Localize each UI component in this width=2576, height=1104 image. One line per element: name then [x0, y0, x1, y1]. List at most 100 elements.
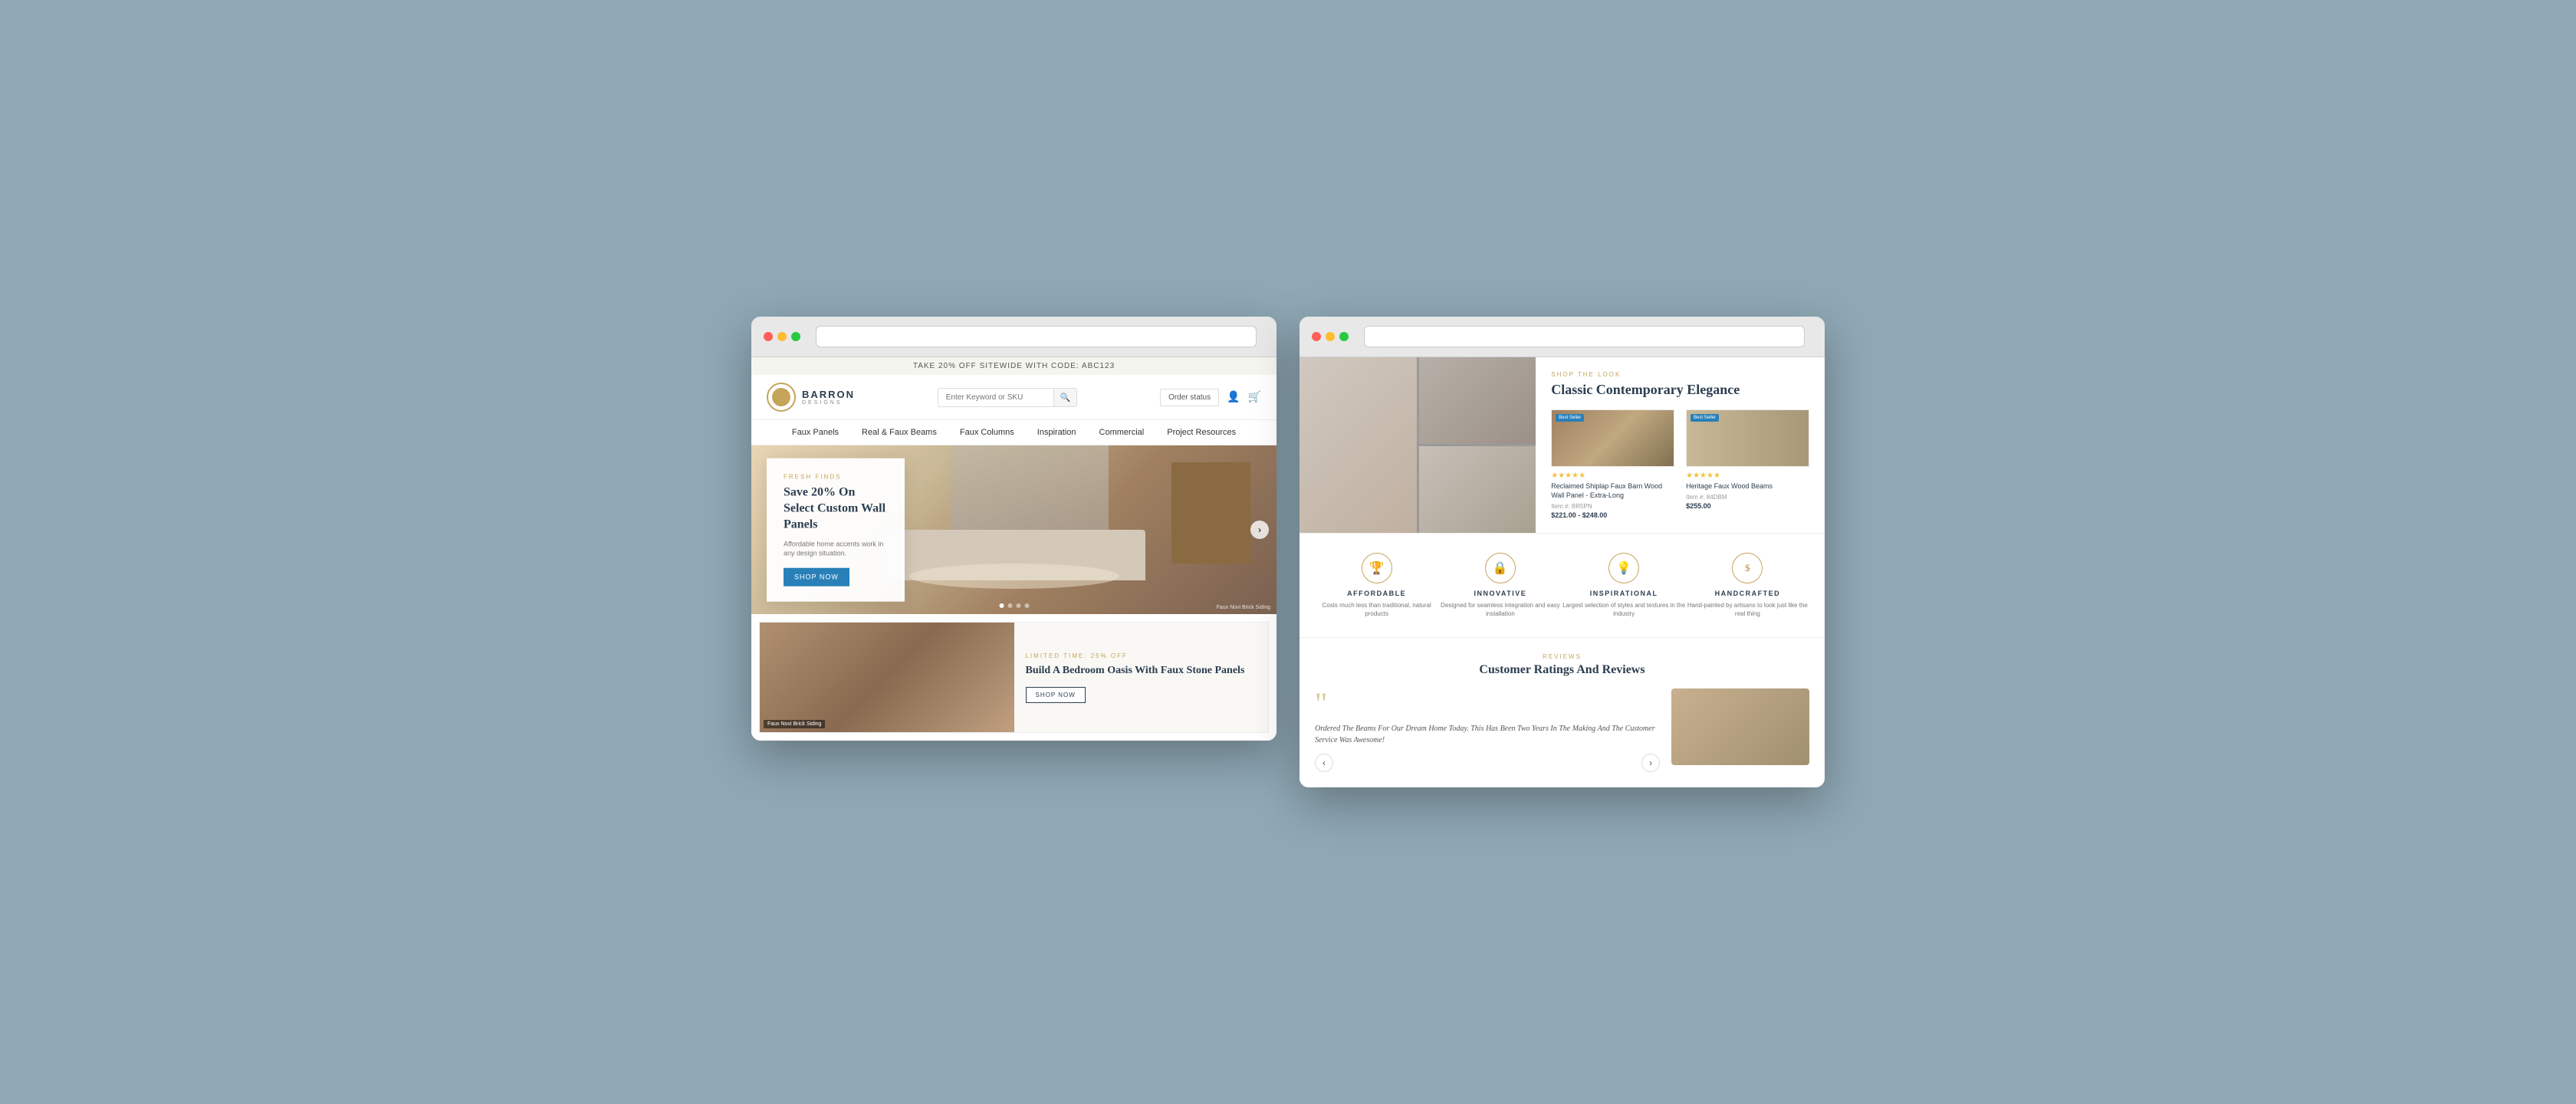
feature-inspirational: 💡 INSPIRATIONAL Largest selection of sty… — [1562, 553, 1686, 618]
best-seller-badge-2: Best Seller — [1691, 414, 1719, 422]
logo-brand: BARRON — [802, 389, 855, 400]
announcement-bar: TAKE 20% OFF SITEWIDE WITH CODE: ABC123 — [751, 357, 1276, 375]
slider-next-button[interactable]: › — [1250, 521, 1269, 539]
logo-area: BARRON DESIGNS — [767, 383, 855, 412]
header-actions: Order status 👤 🛒 — [1160, 389, 1261, 406]
nav-project-resources[interactable]: Project Resources — [1167, 428, 1236, 437]
nav-inspiration[interactable]: Inspiration — [1037, 428, 1076, 437]
browser-window-1: TAKE 20% OFF SITEWIDE WITH CODE: ABC123 … — [751, 317, 1276, 741]
website-2: SHOP THE LOOK Classic Contemporary Elega… — [1300, 357, 1825, 787]
look-tag: SHOP THE LOOK — [1551, 371, 1809, 378]
features-row: 🏆 AFFORDABLE Costs much less than tradit… — [1300, 533, 1825, 638]
announcement-text: TAKE 20% OFF SITEWIDE WITH CODE: ABC123 — [913, 362, 1115, 370]
browser-chrome-2 — [1300, 317, 1825, 357]
slider-dot-2[interactable] — [1007, 603, 1012, 608]
dot-green[interactable] — [791, 332, 800, 341]
review-image — [1671, 688, 1809, 765]
inspirational-icon: 💡 — [1608, 553, 1639, 583]
reviews-navigation: ‹ › — [1315, 754, 1660, 772]
product-price-1: $221.00 - $248.00 — [1551, 511, 1674, 519]
dot-yellow[interactable] — [777, 332, 787, 341]
hero-title: Save 20% On Select Custom Wall Panels — [784, 485, 888, 533]
product-stars-1: ★★★★★ — [1551, 472, 1674, 480]
innovative-title: INNOVATIVE — [1438, 590, 1562, 597]
dot-red-2[interactable] — [1312, 332, 1321, 341]
logo-sub: DESIGNS — [802, 400, 855, 406]
nav-faux-panels[interactable]: Faux Panels — [792, 428, 839, 437]
browser-chrome-1 — [751, 317, 1276, 357]
review-quote: Ordered The Beams For Our Dream Home Tod… — [1315, 723, 1660, 746]
browser-url-bar-1[interactable] — [816, 326, 1257, 347]
feature-innovative: 🔒 INNOVATIVE Designed for seamless integ… — [1438, 553, 1562, 618]
slider-dot-1[interactable] — [999, 603, 1004, 608]
hero-description: Affordable home accents work in any desi… — [784, 539, 888, 558]
header-search: 🔍 — [938, 388, 1078, 407]
search-button[interactable]: 🔍 — [1053, 389, 1077, 406]
promo-images: Faux Novi Brick Siding — [760, 623, 1014, 732]
hero-card: FRESH FINDS Save 20% On Select Custom Wa… — [767, 458, 905, 602]
hero-caption: Faux Novi Brick Siding — [1217, 605, 1270, 610]
website-1: TAKE 20% OFF SITEWIDE WITH CODE: ABC123 … — [751, 357, 1276, 741]
account-icon[interactable]: 👤 — [1227, 391, 1240, 404]
hero-shop-now-button[interactable]: SHOP NOW — [784, 567, 849, 586]
browser-dots-1 — [764, 332, 800, 341]
nav-real-faux-beams[interactable]: Real & Faux Beams — [862, 428, 937, 437]
promo-tag: LIMITED TIME: 25% OFF — [1026, 652, 1257, 659]
product-card-2: Best Seller ★★★★★ Heritage Faux Wood Bea… — [1686, 409, 1809, 518]
inspirational-title: INSPIRATIONAL — [1562, 590, 1686, 597]
product-image-2[interactable]: Best Seller — [1686, 409, 1809, 467]
promo-title: Build A Bedroom Oasis With Faux Stone Pa… — [1026, 664, 1257, 678]
logo-circle — [767, 383, 796, 412]
product-item-2: Item #: 84DBM — [1686, 494, 1809, 501]
slider-dot-4[interactable] — [1024, 603, 1029, 608]
shelf-decor — [1171, 462, 1250, 564]
look-products: SHOP THE LOOK Classic Contemporary Elega… — [1536, 357, 1825, 532]
look-image-2 — [1419, 357, 1536, 444]
product-stars-2: ★★★★★ — [1686, 472, 1809, 480]
nav-commercial[interactable]: Commercial — [1099, 428, 1145, 437]
inspirational-desc: Largest selection of styles and textures… — [1562, 601, 1686, 618]
slider-dots — [999, 603, 1029, 608]
innovative-desc: Designed for seamless integration and ea… — [1438, 601, 1562, 618]
product-image-1[interactable]: Best Seller — [1551, 409, 1674, 467]
browser-dots-2 — [1312, 332, 1349, 341]
search-input[interactable] — [938, 389, 1053, 406]
dot-yellow-2[interactable] — [1326, 332, 1335, 341]
site-header: BARRON DESIGNS 🔍 Order status 👤 🛒 — [751, 375, 1276, 420]
reviews-section: REVIEWS Customer Ratings And Reviews " O… — [1300, 638, 1825, 787]
affordable-desc: Costs much less than traditional, natura… — [1315, 601, 1438, 618]
hero-tag: FRESH FINDS — [784, 474, 888, 481]
promo-image-bg — [760, 623, 1014, 732]
reviews-next-button[interactable]: › — [1641, 754, 1660, 772]
dot-green-2[interactable] — [1339, 332, 1349, 341]
reviews-prev-button[interactable]: ‹ — [1315, 754, 1333, 772]
feature-handcrafted: $ HANDCRAFTED Hand-painted by artisans t… — [1686, 553, 1809, 618]
dot-red[interactable] — [764, 332, 773, 341]
order-status-button[interactable]: Order status — [1160, 389, 1219, 406]
promo-image-label: Faux Novi Brick Siding — [764, 720, 825, 728]
promo-shop-now-button[interactable]: SHOP NOW — [1026, 687, 1086, 703]
handcrafted-title: HANDCRAFTED — [1686, 590, 1809, 597]
cart-icon[interactable]: 🛒 — [1248, 391, 1261, 404]
look-image-3 — [1419, 446, 1536, 533]
promo-content: LIMITED TIME: 25% OFF Build A Bedroom Oa… — [1014, 623, 1269, 732]
browser-url-bar-2[interactable] — [1364, 326, 1805, 347]
product-name-2: Heritage Faux Wood Beams — [1686, 482, 1809, 491]
slider-dot-3[interactable] — [1016, 603, 1020, 608]
product-card-1: Best Seller ★★★★★ Reclaimed Shiplap Faux… — [1551, 409, 1674, 518]
product-price-2: $255.00 — [1686, 502, 1809, 510]
best-seller-badge-1: Best Seller — [1556, 414, 1584, 422]
shop-the-look-section: SHOP THE LOOK Classic Contemporary Elega… — [1300, 357, 1825, 532]
rug-decor — [909, 564, 1119, 589]
nav-faux-columns[interactable]: Faux Columns — [960, 428, 1014, 437]
quote-mark: " — [1315, 688, 1660, 719]
hero-slider: FRESH FINDS Save 20% On Select Custom Wa… — [751, 445, 1276, 614]
product-item-1: Item #: BR5PN — [1551, 503, 1674, 510]
promo-banner: Faux Novi Brick Siding LIMITED TIME: 25%… — [759, 622, 1269, 733]
products-grid: Best Seller ★★★★★ Reclaimed Shiplap Faux… — [1551, 409, 1809, 518]
handcrafted-icon: $ — [1732, 553, 1763, 583]
reviews-title: Customer Ratings And Reviews — [1315, 663, 1809, 677]
logo-globe-icon — [772, 388, 790, 406]
reviews-tag: REVIEWS — [1315, 653, 1809, 660]
look-title: Classic Contemporary Elegance — [1551, 382, 1809, 398]
